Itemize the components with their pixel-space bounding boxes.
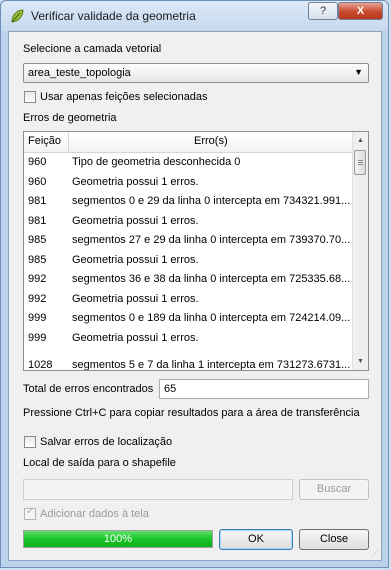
- table-header: Feição Erro(s): [24, 132, 355, 153]
- feature-id-cell: 960: [28, 175, 47, 188]
- feature-id-cell: 999: [28, 331, 47, 344]
- error-cell: segmentos 0 e 189 da linha 0 intercepta …: [72, 312, 351, 324]
- error-cell: Geometria possui 1 erros.: [72, 214, 199, 227]
- table-row[interactable]: 1028 segmentos 5 e 7 da linha 1 intercept…: [24, 349, 355, 370]
- grip-line: [358, 164, 363, 165]
- column-header-feature[interactable]: Feição: [28, 135, 61, 147]
- feature-id-cell: 985: [28, 253, 47, 266]
- help-button[interactable]: ?: [308, 2, 338, 20]
- total-errors-label: Total de erros encontrados: [23, 383, 154, 395]
- browse-button-label: Buscar: [316, 483, 352, 495]
- table-row[interactable]: 992 Geometria possui 1 erros.: [24, 291, 355, 310]
- selected-only-label: Usar apenas feições selecionadas: [40, 91, 208, 103]
- save-errors-checkbox[interactable]: [24, 436, 36, 448]
- resize-grip-icon[interactable]: ⋰: [371, 549, 379, 558]
- table-row[interactable]: 960 Geometria possui 1 erros.: [24, 174, 355, 193]
- save-errors-label: Salvar erros de localização: [40, 436, 173, 448]
- error-cell: Geometria possui 1 erros.: [72, 175, 199, 188]
- progress-bar: 100%: [23, 530, 213, 548]
- error-cell: Geometria possui 1 erros.: [72, 253, 199, 266]
- output-label: Local de saída para o shapefile: [23, 457, 176, 469]
- add-to-canvas-checkbox[interactable]: ✓: [24, 506, 36, 520]
- selected-only-checkbox[interactable]: [24, 91, 36, 103]
- error-cell: Geometria possui 1 erros.: [72, 331, 199, 344]
- table-row[interactable]: 992 segmentos 36 e 38 da linha 0 intercep…: [24, 271, 355, 290]
- layer-select[interactable]: area_teste_topologia ▼: [23, 63, 369, 83]
- ok-button-label: OK: [248, 533, 264, 545]
- errors-label: Erros de geometria: [23, 112, 117, 124]
- feature-id-cell: 992: [28, 273, 47, 285]
- error-cell: segmentos 27 e 29 da linha 0 intercepta …: [72, 234, 351, 246]
- scroll-down-icon[interactable]: ▼: [354, 354, 367, 369]
- total-errors-field[interactable]: 65: [159, 379, 369, 399]
- output-path-field[interactable]: [23, 479, 293, 500]
- layer-label: Selecione a camada vetorial: [23, 43, 162, 55]
- table-row[interactable]: 981 Geometria possui 1 erros.: [24, 213, 355, 232]
- scroll-up-icon[interactable]: ▲: [354, 133, 367, 148]
- grip-line: [358, 162, 363, 163]
- vertical-scrollbar[interactable]: ▲ ▼: [352, 132, 368, 370]
- layer-select-value: area_teste_topologia: [28, 67, 131, 79]
- errors-table[interactable]: Feição Erro(s) 960 Tipo de geometria desc…: [23, 131, 369, 371]
- table-row[interactable]: 960 Tipo de geometria desconhecida 0: [24, 154, 355, 173]
- table-row[interactable]: 985 segmentos 27 e 29 da linha 0 intercep…: [24, 232, 355, 251]
- grip-line: [358, 160, 363, 161]
- error-cell: Tipo de geometria desconhecida 0: [72, 156, 241, 168]
- progress-text: 100%: [103, 533, 133, 545]
- browse-button[interactable]: Buscar: [299, 479, 369, 500]
- table-row[interactable]: 981 segmentos 0 e 29 da linha 0 intercept…: [24, 193, 355, 212]
- column-header-errors[interactable]: Erro(s): [194, 135, 228, 147]
- feature-id-cell: 960: [28, 156, 47, 168]
- ok-button[interactable]: OK: [219, 529, 293, 550]
- scroll-thumb[interactable]: [354, 150, 366, 175]
- dialog-window: Verificar validade da geometria ? X Sele…: [0, 0, 389, 568]
- table-row[interactable]: 999 Geometria possui 1 erros.: [24, 330, 355, 349]
- title-bar[interactable]: Verificar validade da geometria ? X: [1, 1, 388, 31]
- help-icon: ?: [319, 5, 327, 17]
- table-row[interactable]: 985 Geometria possui 1 erros.: [24, 252, 355, 271]
- total-errors-value: 65: [164, 383, 177, 395]
- copy-hint: Pressione Ctrl+C para copiar resultados …: [23, 407, 360, 419]
- add-to-canvas-label: Adicionar dados à tela: [40, 508, 149, 520]
- feature-id-cell: 1028: [28, 359, 53, 370]
- qgis-leaf-icon: [11, 9, 24, 23]
- feature-id-cell: 992: [28, 292, 47, 305]
- dialog-content: Selecione a camada vetorial area_teste_t…: [8, 31, 382, 561]
- column-divider: [68, 132, 69, 152]
- close-button-label: Close: [319, 533, 349, 545]
- feature-id-cell: 985: [28, 234, 47, 246]
- close-window-button[interactable]: X: [338, 2, 383, 20]
- error-cell: segmentos 36 e 38 da linha 0 intercepta …: [72, 273, 351, 285]
- chevron-down-icon: ▼: [354, 67, 363, 77]
- close-button[interactable]: Close: [299, 529, 369, 550]
- feature-id-cell: 981: [28, 195, 47, 207]
- table-row[interactable]: 999 segmentos 0 e 189 da linha 0 intercep…: [24, 310, 355, 329]
- window-title: Verificar validade da geometria: [31, 9, 196, 23]
- checkmark-icon: ✓: [26, 506, 35, 517]
- close-icon: X: [356, 5, 365, 17]
- error-cell: segmentos 5 e 7 da linha 1 intercepta em…: [72, 359, 351, 370]
- feature-id-cell: 999: [28, 312, 47, 324]
- feature-id-cell: 981: [28, 214, 47, 227]
- error-cell: Geometria possui 1 erros.: [72, 292, 199, 305]
- error-cell: segmentos 0 e 29 da linha 0 intercepta e…: [72, 195, 351, 207]
